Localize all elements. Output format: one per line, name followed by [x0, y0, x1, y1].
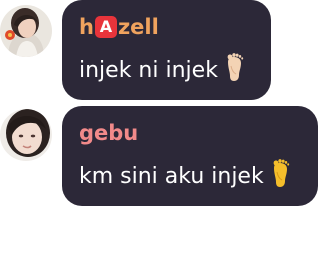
foot-icon — [223, 52, 247, 90]
author-name[interactable]: h A zell — [79, 14, 253, 40]
author-name[interactable]: gebu — [79, 120, 300, 146]
chat-thread: h A zell injek ni injek gebu km sini aku… — [0, 0, 320, 259]
message-bubble[interactable]: h A zell injek ni injek — [62, 0, 271, 100]
author-name-prefix: h — [79, 15, 94, 39]
message-text: injek ni injek — [79, 58, 218, 83]
author-name-suffix: zell — [117, 15, 159, 39]
avatar-image — [0, 109, 52, 161]
avatar-image — [0, 5, 52, 57]
message-text: km sini aku injek — [79, 164, 264, 189]
message-row: injek ni injek — [79, 52, 253, 90]
avatar[interactable] — [0, 5, 52, 57]
message-bubble[interactable]: gebu km sini aku injek — [62, 106, 318, 206]
avatar[interactable] — [0, 109, 52, 161]
author-letter-badge: A — [94, 16, 117, 38]
foot-icon — [269, 158, 293, 196]
message-row: km sini aku injek — [79, 158, 300, 196]
